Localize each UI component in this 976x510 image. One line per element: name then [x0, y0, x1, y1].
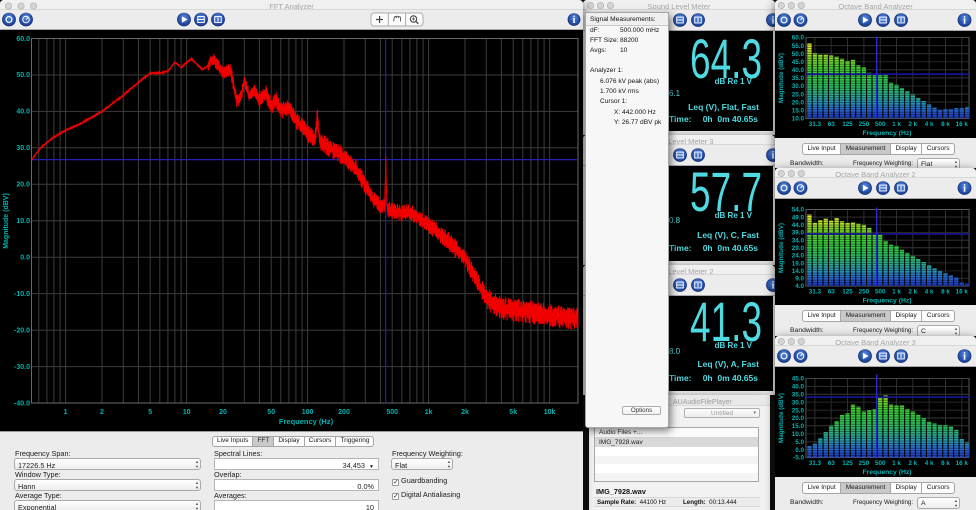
svg-text:30.0: 30.0 — [792, 399, 805, 406]
svg-text:9.0: 9.0 — [795, 276, 804, 283]
svg-text:24.0: 24.0 — [792, 253, 805, 260]
svg-text:63: 63 — [828, 289, 836, 296]
svg-text:40.0: 40.0 — [792, 384, 805, 391]
svg-text:45.0: 45.0 — [792, 376, 805, 383]
svg-text:i: i — [963, 351, 966, 363]
svg-text:30.0: 30.0 — [792, 83, 805, 90]
svg-text:0.0: 0.0 — [20, 255, 30, 262]
svg-text:Frequency (Hz): Frequency (Hz) — [279, 417, 334, 426]
svg-text:500: 500 — [875, 460, 886, 467]
svg-text:40.0: 40.0 — [792, 67, 805, 74]
svg-text:34.0: 34.0 — [792, 237, 805, 244]
svg-text:1 k: 1 k — [892, 289, 901, 296]
svg-text:Magnitude (dBV): Magnitude (dBV) — [3, 193, 10, 249]
svg-text:50: 50 — [267, 409, 275, 416]
svg-text:5: 5 — [148, 409, 152, 416]
svg-text:-20.0: -20.0 — [14, 327, 30, 334]
svg-text:29.0: 29.0 — [792, 245, 805, 252]
svg-text:10k: 10k — [544, 409, 556, 416]
svg-text:250: 250 — [859, 289, 870, 296]
svg-text:500: 500 — [386, 409, 398, 416]
svg-text:10.0: 10.0 — [16, 218, 30, 225]
svg-text:15.0: 15.0 — [792, 423, 805, 430]
svg-text:50.0: 50.0 — [16, 72, 30, 79]
svg-text:Magnitude (dBV): Magnitude (dBV) — [778, 393, 785, 443]
svg-text:i: i — [573, 15, 576, 26]
svg-text:8 k: 8 k — [941, 289, 950, 296]
svg-text:19.0: 19.0 — [792, 260, 805, 267]
svg-text:25.0: 25.0 — [792, 91, 805, 98]
svg-text:Frequency (Hz): Frequency (Hz) — [862, 469, 911, 476]
svg-text:1 k: 1 k — [892, 460, 901, 467]
svg-text:10.0: 10.0 — [792, 431, 805, 438]
svg-text:-40.0: -40.0 — [14, 400, 30, 407]
svg-text:Frequency (Hz): Frequency (Hz) — [862, 130, 911, 137]
svg-text:31.3: 31.3 — [809, 289, 822, 296]
svg-text:-5.0: -5.0 — [793, 455, 804, 462]
svg-text:15.0: 15.0 — [792, 107, 805, 114]
svg-text:16 k: 16 k — [956, 289, 969, 296]
svg-text:125: 125 — [842, 289, 853, 296]
svg-text:1 k: 1 k — [892, 121, 901, 128]
svg-text:4 k: 4 k — [925, 121, 934, 128]
svg-text:1k: 1k — [425, 409, 433, 416]
svg-text:Magnitude (dBV): Magnitude (dBV) — [778, 53, 785, 103]
svg-text:44.0: 44.0 — [792, 222, 805, 229]
svg-text:31.3: 31.3 — [809, 460, 822, 467]
svg-text:20: 20 — [219, 409, 227, 416]
svg-text:35.0: 35.0 — [792, 392, 805, 399]
svg-text:2 k: 2 k — [908, 289, 917, 296]
svg-text:i: i — [963, 183, 966, 195]
svg-text:4 k: 4 k — [925, 460, 934, 467]
svg-text:31.3: 31.3 — [809, 121, 822, 128]
svg-text:0.0: 0.0 — [795, 447, 804, 454]
svg-text:20.0: 20.0 — [792, 415, 805, 422]
svg-text:10: 10 — [183, 409, 191, 416]
svg-text:14.0: 14.0 — [792, 268, 805, 275]
svg-text:4.0: 4.0 — [795, 283, 804, 290]
svg-text:200: 200 — [338, 409, 350, 416]
svg-text:39.0: 39.0 — [792, 230, 805, 237]
svg-text:4 k: 4 k — [925, 289, 934, 296]
svg-text:8 k: 8 k — [941, 460, 950, 467]
svg-text:Frequency (Hz): Frequency (Hz) — [862, 298, 911, 305]
svg-text:60.0: 60.0 — [792, 35, 805, 42]
svg-text:Magnitude (dBV): Magnitude (dBV) — [778, 223, 785, 273]
svg-text:55.0: 55.0 — [792, 43, 805, 50]
svg-text:35.0: 35.0 — [792, 75, 805, 82]
svg-text:63: 63 — [828, 460, 836, 467]
svg-text:500: 500 — [875, 121, 886, 128]
svg-text:16 k: 16 k — [956, 121, 969, 128]
svg-text:2k: 2k — [461, 409, 469, 416]
svg-text:100: 100 — [302, 409, 314, 416]
svg-text:25.0: 25.0 — [792, 407, 805, 414]
svg-text:5.0: 5.0 — [795, 439, 804, 446]
svg-text:45.0: 45.0 — [792, 59, 805, 66]
svg-text:125: 125 — [842, 460, 853, 467]
svg-text:250: 250 — [859, 121, 870, 128]
svg-text:60.0: 60.0 — [16, 36, 30, 43]
svg-text:20.0: 20.0 — [792, 99, 805, 106]
svg-text:2 k: 2 k — [908, 121, 917, 128]
svg-text:125: 125 — [842, 121, 853, 128]
svg-text:500: 500 — [875, 289, 886, 296]
svg-text:250: 250 — [859, 460, 870, 467]
svg-text:16 k: 16 k — [956, 460, 969, 467]
svg-text:54.0: 54.0 — [792, 207, 805, 214]
svg-text:2 k: 2 k — [908, 460, 917, 467]
svg-text:10.0: 10.0 — [792, 116, 805, 123]
svg-text:2: 2 — [100, 409, 104, 416]
svg-text:8 k: 8 k — [941, 121, 950, 128]
svg-text:40.0: 40.0 — [16, 109, 30, 116]
svg-text:50.0: 50.0 — [792, 51, 805, 58]
svg-text:63: 63 — [828, 121, 836, 128]
svg-text:-10.0: -10.0 — [14, 291, 30, 298]
svg-text:1: 1 — [64, 409, 68, 416]
svg-text:49.0: 49.0 — [792, 214, 805, 221]
svg-text:5k: 5k — [509, 409, 517, 416]
svg-text:20.0: 20.0 — [16, 182, 30, 189]
svg-text:i: i — [963, 15, 966, 27]
svg-text:-30.0: -30.0 — [14, 364, 30, 371]
svg-text:30.0: 30.0 — [16, 145, 30, 152]
